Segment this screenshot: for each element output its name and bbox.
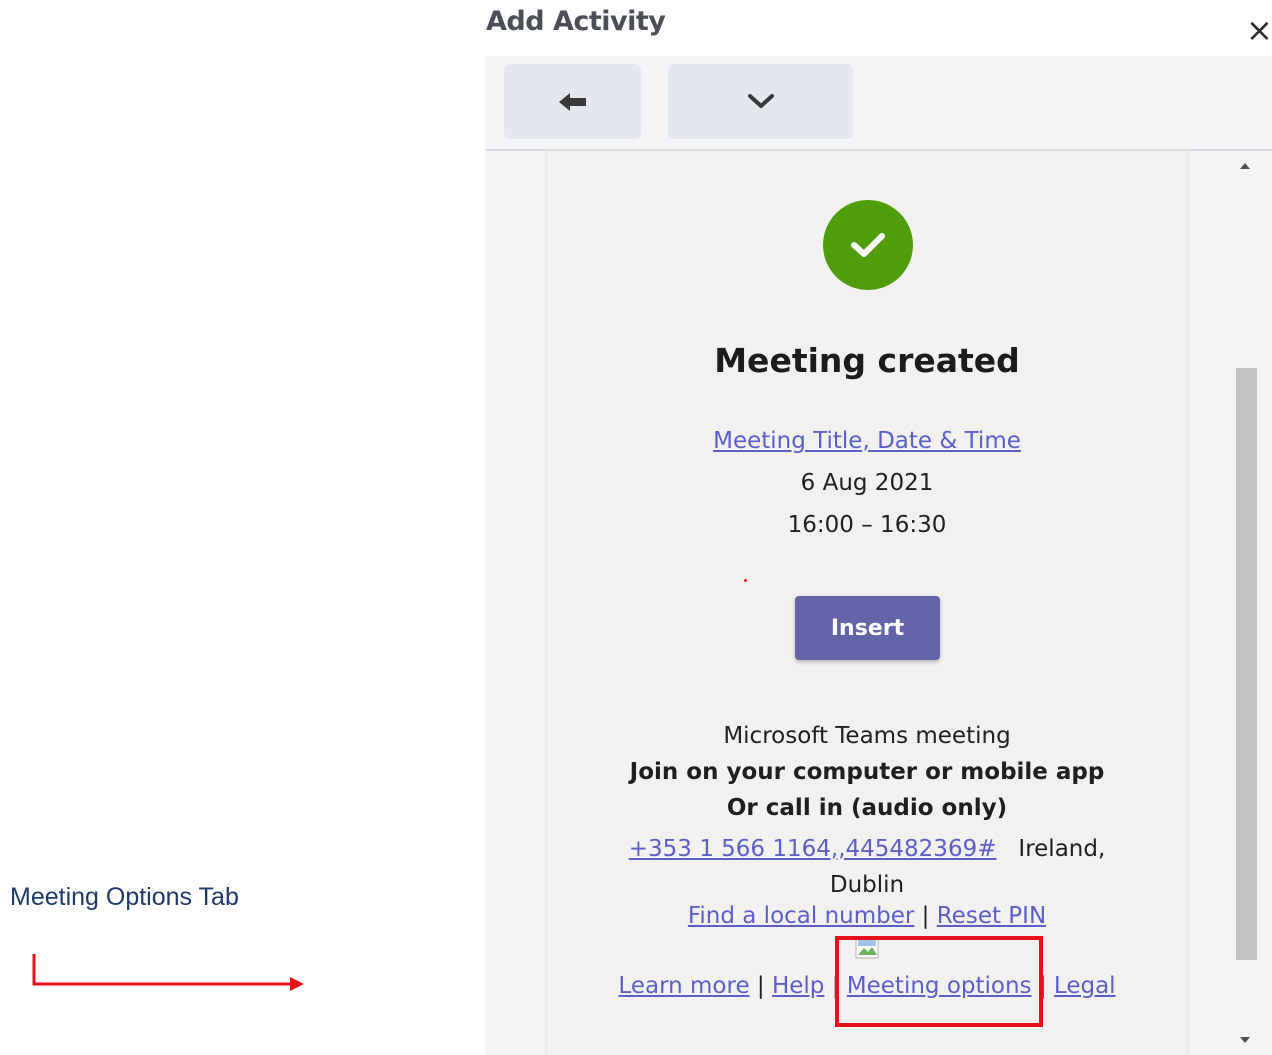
separator: |	[921, 903, 930, 929]
teams-meeting-title: Microsoft Teams meeting	[723, 723, 1011, 749]
phone-line: +353 1 566 1164,,445482369# Ireland, Dub…	[627, 831, 1107, 903]
annotation-label: Meeting Options Tab	[10, 883, 239, 911]
meeting-card: Meeting created Meeting Title, Date & Ti…	[547, 151, 1187, 1055]
annotation-arrow-icon	[32, 954, 304, 991]
reset-pin-link[interactable]: Reset PIN	[937, 903, 1046, 929]
scroll-down-icon[interactable]	[1238, 1033, 1252, 1047]
stray-mark	[744, 579, 747, 582]
insert-button[interactable]: Insert	[795, 596, 940, 660]
chevron-down-icon	[747, 93, 774, 108]
scroll-up-icon[interactable]	[1238, 159, 1252, 173]
legal-link[interactable]: Legal	[1054, 973, 1116, 999]
pin-links-line: Find a local number | Reset PIN	[547, 903, 1187, 929]
join-instructions: Join on your computer or mobile app	[629, 759, 1105, 785]
meeting-date: 6 Aug 2021	[800, 470, 934, 496]
toolbar	[485, 56, 1272, 151]
call-in-instructions: Or call in (audio only)	[726, 795, 1008, 821]
meeting-title-link[interactable]: Meeting Title, Date & Time	[713, 428, 1021, 454]
arrow-left-icon	[558, 92, 586, 111]
close-button[interactable]: ×	[1246, 10, 1272, 50]
phone-number-link[interactable]: +353 1 566 1164,,445482369#	[629, 836, 997, 862]
meeting-time: 16:00 – 16:30	[787, 512, 947, 538]
find-local-number-link[interactable]: Find a local number	[688, 903, 915, 929]
dialog-title: Add Activity	[486, 6, 666, 37]
meeting-created-heading: Meeting created	[714, 341, 1020, 380]
content-pane: Meeting created Meeting Title, Date & Ti…	[485, 151, 1272, 1055]
learn-more-link[interactable]: Learn more	[618, 973, 749, 999]
separator: |	[756, 973, 765, 999]
back-button[interactable]	[504, 64, 641, 139]
help-link[interactable]: Help	[772, 973, 824, 999]
vertical-scrollbar[interactable]	[1234, 151, 1272, 1055]
more-options-button[interactable]	[668, 64, 853, 139]
check-circle-icon	[823, 200, 913, 290]
scrollbar-thumb[interactable]	[1236, 368, 1257, 960]
meeting-options-highlight	[835, 936, 1043, 1027]
meeting-title-line: Meeting Title, Date & Time	[547, 428, 1187, 454]
